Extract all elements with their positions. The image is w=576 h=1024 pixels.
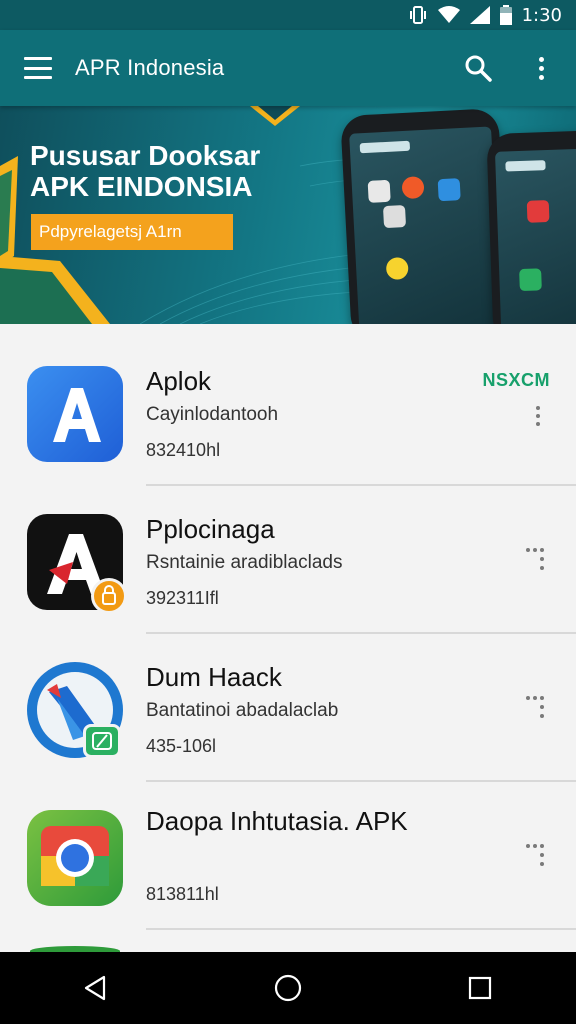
list-item[interactable]: Pplocinaga Rsntainie aradiblaclads 39231…: [0, 472, 576, 634]
home-icon[interactable]: [258, 958, 318, 1018]
banner-title-line1: Pususar Dooksar: [30, 140, 261, 171]
wifi-icon: [437, 6, 460, 24]
menu-icon[interactable]: [24, 57, 52, 79]
app-a-black-icon: [27, 514, 127, 614]
app-a-blue-icon: [27, 366, 123, 462]
battery-icon: [499, 5, 512, 25]
signal-icon: [469, 6, 490, 24]
item-more-icon[interactable]: [526, 404, 550, 440]
app-description: Rsntainie aradiblaclads: [146, 552, 343, 573]
app-list: Aplok Cayinlodantooh 832410hl NSXCM Pplo…: [0, 324, 576, 956]
list-item[interactable]: Daopa Inhtutasia. APK 813811hl: [0, 768, 576, 930]
lock-icon: [91, 578, 127, 614]
back-icon[interactable]: [66, 958, 126, 1018]
app-meta: 435-106l: [146, 736, 217, 756]
item-more-icon[interactable]: [526, 844, 550, 880]
app-meta: 392311Ifl: [146, 588, 219, 608]
install-badge[interactable]: NSXCM: [482, 370, 550, 391]
status-bar: 1:30: [0, 0, 576, 30]
list-item[interactable]: Dum Haack Bantatinoi abadalaclab 435-106…: [0, 620, 576, 782]
app-bar: APR Indonesia: [0, 30, 576, 106]
app-pen-blue-icon: [27, 662, 123, 758]
list-item[interactable]: Aplok Cayinlodantooh 832410hl NSXCM: [0, 324, 576, 486]
app-title: APR Indonesia: [75, 55, 225, 80]
item-more-icon[interactable]: [526, 548, 550, 584]
phone-illustration-back: [486, 129, 576, 324]
edit-icon: [83, 724, 121, 758]
app-name: Dum Haack: [146, 662, 282, 692]
chrome-like-icon: [27, 810, 123, 906]
app-meta: 813811hl: [146, 884, 219, 904]
banner-tagline: Pdpyrelagetsj A1rn: [31, 214, 233, 250]
banner-title-line2: APK EINDONSIA: [30, 171, 253, 202]
app-name: Aplok: [146, 366, 212, 396]
more-vert-icon[interactable]: [526, 48, 556, 88]
item-more-icon[interactable]: [526, 696, 550, 732]
app-description: Cayinlodantooh: [146, 404, 279, 425]
vibrate-icon: [408, 5, 428, 25]
phone-illustration-front: [340, 108, 510, 324]
search-icon[interactable]: [458, 48, 498, 88]
app-description: Bantatinoi abadalaclab: [146, 700, 339, 721]
promo-banner[interactable]: Pususar Dooksar APK EINDONSIA Pdpyrelage…: [0, 106, 576, 324]
system-nav-bar: [0, 952, 576, 1024]
divider: [146, 928, 576, 930]
app-name: Pplocinaga: [146, 514, 275, 544]
recents-icon[interactable]: [450, 958, 510, 1018]
banner-title: Pususar Dooksar APK EINDONSIA: [30, 140, 260, 202]
app-name: Daopa Inhtutasia. APK: [146, 806, 408, 836]
status-time: 1:30: [521, 4, 562, 26]
app-meta: 832410hl: [146, 440, 221, 460]
